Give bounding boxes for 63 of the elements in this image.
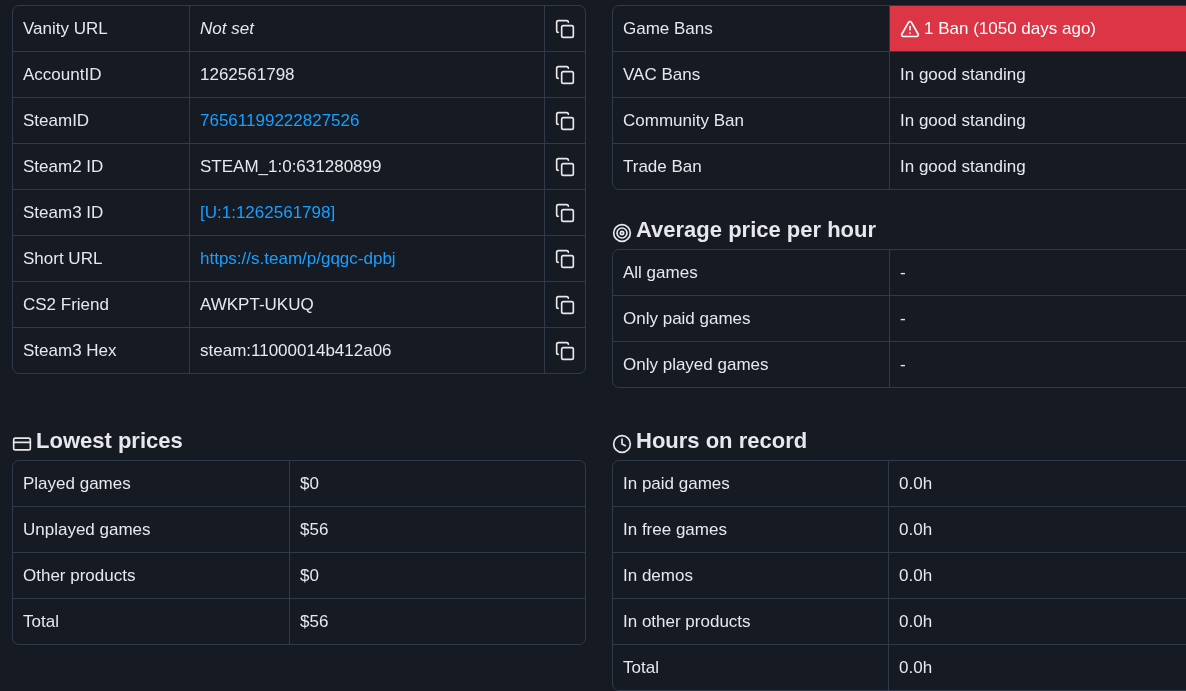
section-heading: Lowest prices <box>36 428 183 454</box>
row-label: Vanity URL <box>22 17 109 40</box>
row-label: Only played games <box>622 353 770 376</box>
row-label: All games <box>622 261 699 284</box>
row-label: Steam3 ID <box>22 201 105 224</box>
copy-icon <box>555 248 575 269</box>
copy-icon <box>555 64 575 85</box>
row-label: Community Ban <box>622 109 745 132</box>
row-label: In paid games <box>622 472 731 495</box>
copy-icon <box>555 156 575 177</box>
section-heading: Average price per hour <box>636 217 877 243</box>
copy-icon <box>555 18 575 39</box>
clock-icon <box>612 434 632 454</box>
copy-icon <box>555 110 575 131</box>
row-value: $0 <box>289 553 585 598</box>
row-label: CS2 Friend <box>22 293 110 316</box>
ban-status: In good standing <box>900 110 1026 131</box>
id-link[interactable]: 76561199222827526 <box>200 110 360 131</box>
row-label: VAC Bans <box>622 63 702 86</box>
row-value: - <box>889 250 1186 295</box>
ban-status: In good standing <box>900 64 1026 85</box>
row-label: Other products <box>22 564 137 587</box>
copy-icon <box>555 294 575 315</box>
ban-status: In good standing <box>900 156 1026 177</box>
row-label: Steam2 ID <box>22 155 105 178</box>
row-label: Trade Ban <box>622 155 703 178</box>
row-label: In free games <box>622 518 728 541</box>
row-value: 0.0h <box>888 507 1186 552</box>
target-icon <box>612 223 632 243</box>
row-value: 0.0h <box>888 553 1186 598</box>
row-value: $56 <box>289 599 585 644</box>
row-label: Total <box>22 610 60 633</box>
id-link[interactable]: https://s.team/p/gqgc-dpbj <box>200 248 396 269</box>
row-value: AWKPT-UKUQ <box>200 294 314 315</box>
row-label: Total <box>622 656 660 679</box>
ban-status: 1 Ban (1050 days ago) <box>924 18 1096 39</box>
row-value: 0.0h <box>888 599 1186 644</box>
section-heading: Hours on record <box>636 428 808 454</box>
row-value: 1262561798 <box>200 64 295 85</box>
row-label: AccountID <box>22 63 103 86</box>
row-label: In other products <box>622 610 752 633</box>
row-value: $56 <box>289 507 585 552</box>
row-label: Only paid games <box>622 307 752 330</box>
row-label: SteamID <box>22 109 91 132</box>
card-icon <box>12 434 32 454</box>
row-value: 0.0h <box>888 645 1186 690</box>
row-label: In demos <box>622 564 694 587</box>
row-value: - <box>889 342 1186 387</box>
row-value: - <box>889 296 1186 341</box>
row-label: Game Bans <box>622 17 714 40</box>
row-value: 0.0h <box>888 461 1186 506</box>
copy-icon <box>555 340 575 361</box>
copy-icon <box>555 202 575 223</box>
row-label: Steam3 Hex <box>22 339 118 362</box>
id-link[interactable]: [U:1:1262561798] <box>200 202 336 223</box>
row-value: steam:11000014b412a06 <box>200 340 392 361</box>
row-value: $0 <box>289 461 585 506</box>
row-value: Not set <box>200 18 254 39</box>
warning-icon <box>900 18 920 39</box>
row-label: Played games <box>22 472 132 495</box>
row-label: Short URL <box>22 247 104 270</box>
row-label: Unplayed games <box>22 518 152 541</box>
row-value: STEAM_1:0:631280899 <box>200 156 382 177</box>
